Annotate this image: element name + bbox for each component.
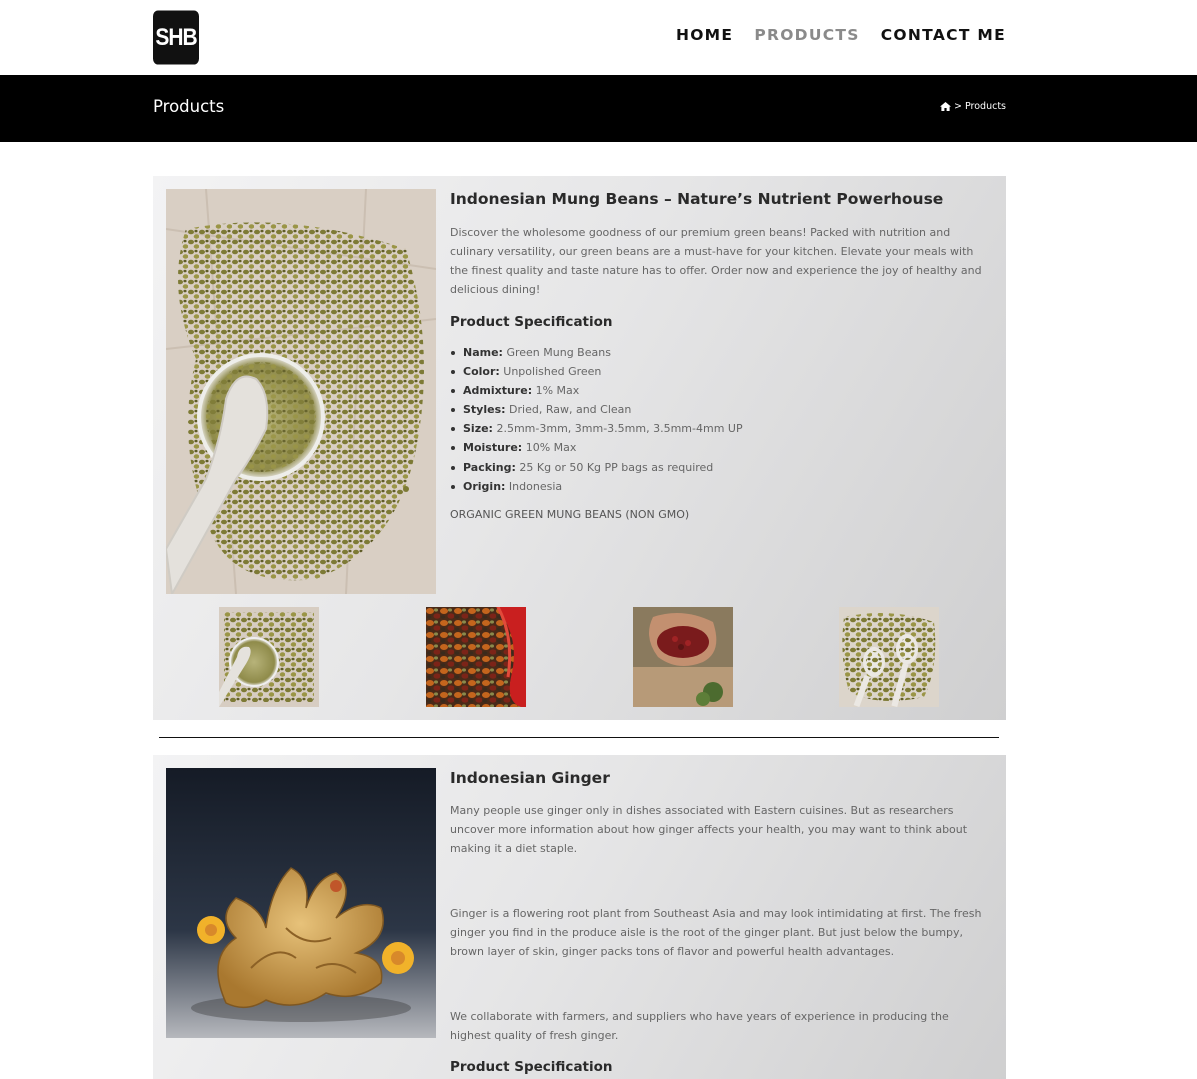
home-icon[interactable] [940,102,951,111]
spec-item: Moisture: 10% Max [450,438,985,457]
spec-item: Size: 2.5mm-3mm, 3mm-3.5mm, 3.5mm-4mm UP [450,419,985,438]
page-title-bar: Products [0,75,1197,142]
spec-item: Admixture: 1% Max [450,381,985,400]
mung-beans-info: Indonesian Mung Beans – Nature’s Nutrien… [450,190,985,521]
ginger-main-image[interactable] [166,768,436,1038]
page-title: Products [153,97,225,116]
thumbnail-mung-beans-bowl[interactable] [219,607,319,707]
product-paragraph: Many people use ginger only in dishes as… [450,804,968,855]
breadcrumb-current: Products [964,101,1006,112]
thumbnail-mixed-seeds[interactable] [426,607,526,707]
product-title: Indonesian Ginger [450,769,610,787]
product-paragraph: We collaborate with farmers, and supplie… [450,1010,949,1042]
thumbnail-mung-beans-spoons[interactable] [839,607,939,707]
section-divider [159,737,999,738]
nav-products[interactable]: PRODUCTS [754,26,859,44]
product-card-ginger: Indonesian Ginger Many people use ginger… [153,755,1006,1079]
nav-contact[interactable]: CONTACT ME [881,26,1006,44]
site-header: SHB HOME PRODUCTS CONTACT ME [0,0,1197,75]
spec-item: Styles: Dried, Raw, and Clean [450,400,985,419]
spec-title: Product Specification [450,314,613,330]
product-card-mung-beans: Indonesian Mung Beans – Nature’s Nutrien… [153,176,1006,720]
product-description: Discover the wholesome goodness of our p… [450,226,982,296]
breadcrumb: > Products [940,101,1006,112]
breadcrumb-separator: > [954,101,962,112]
spec-title: Product Specification [450,1059,613,1075]
mung-beans-main-image[interactable] [164,188,437,598]
site-logo[interactable]: SHB [153,10,199,65]
nav-home[interactable]: HOME [676,26,733,44]
product-tagline: ORGANIC GREEN MUNG BEANS (NON GMO) [450,507,690,521]
spec-list: Name: Green Mung Beans Color: Unpolished… [450,343,985,496]
product-title: Indonesian Mung Beans – Nature’s Nutrien… [450,190,944,208]
spec-item: Name: Green Mung Beans [450,343,985,362]
thumbnail-coffee-cherries-hands[interactable] [633,607,733,707]
ginger-info: Indonesian Ginger Many people use ginger… [450,769,985,1075]
spec-item: Packing: 25 Kg or 50 Kg PP bags as requi… [450,458,985,477]
spec-item: Color: Unpolished Green [450,362,985,381]
main-nav: HOME PRODUCTS CONTACT ME [676,26,1006,44]
spec-item: Origin: Indonesia [450,477,985,496]
product-paragraph: Ginger is a flowering root plant from So… [450,907,982,958]
